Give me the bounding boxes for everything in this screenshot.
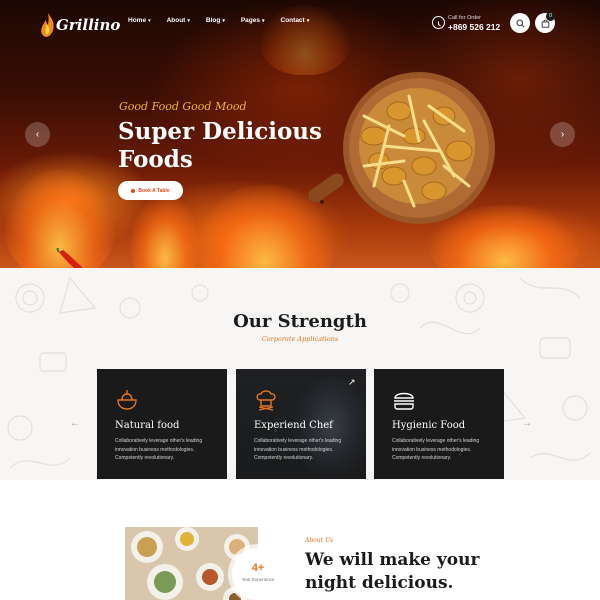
site-logo[interactable]: Grillino [40,10,120,40]
strength-prev-arrow[interactable]: ← [70,418,80,429]
clock-icon [432,16,445,29]
slider-prev-button[interactable]: ‹ [25,122,50,147]
search-icon [516,19,525,28]
site-header: Grillino Home ▾ About ▾ Blog ▾ Pages ▾ Conta… [0,0,600,50]
dot-icon [131,188,136,193]
cart-count-badge: 0 [546,12,555,21]
slider-next-button[interactable]: › [550,122,575,147]
book-table-label: Book A Table [138,187,170,194]
nav-item-pages[interactable]: Pages ▾ [241,17,265,24]
experience-badge: 4+ Year Experience [232,548,284,600]
chevron-down-icon: ▾ [148,17,151,24]
card-description: Collaboratively leverage other's leading… [115,438,203,461]
nav-item-about[interactable]: About ▾ [167,17,190,24]
about-section: 4+ Year Experience About Us We will make… [0,480,600,600]
about-title: We will make your night delicious. [305,550,480,593]
strength-card-hygienic-food[interactable]: Hygienic Food Collaboratively leverage o… [374,369,504,479]
main-nav: Home ▾ About ▾ Blog ▾ Pages ▾ Contact ▾ [128,17,309,24]
flame-decoration [130,195,200,268]
nav-item-home[interactable]: Home ▾ [128,17,151,24]
nav-label: About [166,17,186,24]
chevron-left-icon: ‹ [35,129,40,140]
call-for-order[interactable]: Call for Order +869 526 212 [432,14,502,36]
natural-food-icon [117,390,137,410]
about-kicker: About Us [305,537,334,544]
nav-item-contact[interactable]: Contact ▾ [281,17,310,24]
chevron-down-icon: ▾ [306,17,310,24]
flame-logo-icon [41,13,54,37]
our-strength-section: Our Strength Corporate Applications ← → … [0,268,600,480]
nav-label: Home [128,17,147,24]
nav-label: Contact [280,17,305,24]
arrow-up-right-icon[interactable]: ↗ [348,377,356,388]
call-label: Call for Order [448,15,482,21]
card-description: Collaboratively leverage other's leading… [254,438,342,461]
call-number: +869 526 212 [448,22,501,32]
strength-card-experiend-chef[interactable]: ↗ Experiend Chef Collaboratively leverag… [236,369,366,479]
hero-headline: Super Delicious Foods [118,118,322,173]
chevron-down-icon: ▾ [222,17,225,24]
burger-icon [394,392,414,410]
search-button[interactable] [510,13,530,33]
card-title: Natural food [115,420,180,431]
chevron-down-icon: ▾ [262,17,265,24]
chevron-down-icon: ▾ [187,17,190,24]
chevron-right-icon: › [560,129,565,140]
card-description: Collaboratively leverage other's leading… [392,438,480,461]
chef-icon [256,390,276,411]
logo-text: Grillino [56,16,121,34]
arrow-left-icon: ← [70,418,80,429]
experience-value: 4+ [251,562,265,574]
nav-label: Blog [205,17,221,24]
section-subtitle: Corporate Applications [261,335,339,343]
hero-tagline: Good Food Good Mood [119,100,247,113]
nav-item-blog[interactable]: Blog ▾ [206,17,225,24]
section-title: Our Strength [233,311,367,332]
arrow-right-icon: → [522,418,532,429]
food-plate-image [308,72,495,224]
nav-label: Pages [240,17,260,24]
card-title: Experiend Chef [254,420,333,431]
strength-next-arrow[interactable]: → [522,418,532,429]
hero-banner: Grillino Home ▾ About ▾ Blog ▾ Pages ▾ Conta… [0,0,600,268]
card-title: Hygienic Food [392,420,466,431]
strength-card-natural-food[interactable]: Natural food Collaboratively leverage ot… [97,369,227,479]
experience-label: Year Experience [241,577,275,582]
book-table-button[interactable]: Book A Table [118,181,183,200]
